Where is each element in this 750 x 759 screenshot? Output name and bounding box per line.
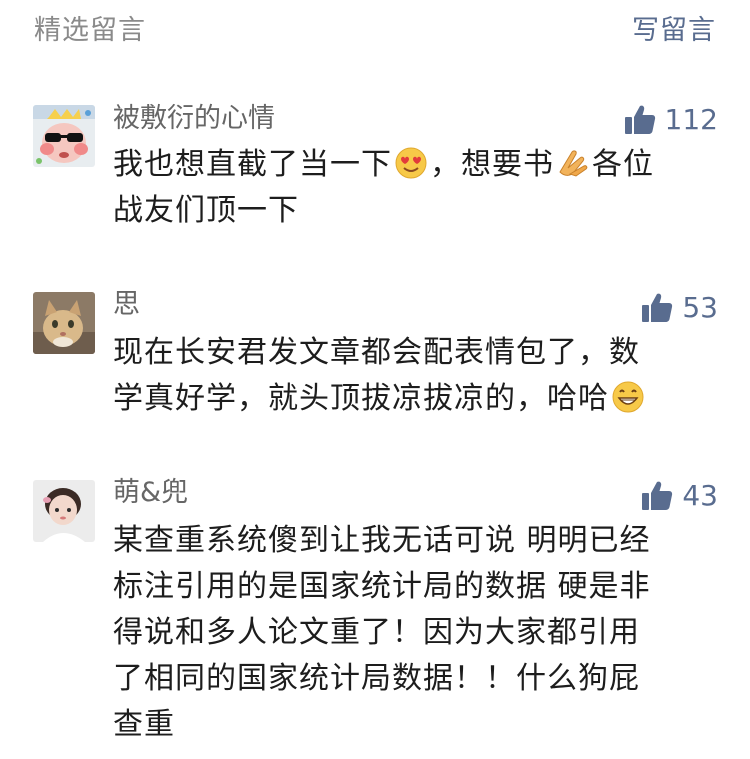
like-count: 43 <box>682 479 718 512</box>
heart-eyes-emoji-icon <box>394 146 428 180</box>
thumbs-up-icon <box>623 103 657 137</box>
comment-text-line: 标注引用的是国家统计局的数据 硬是非 <box>113 569 651 604</box>
featured-comments-title: 精选留言 <box>34 15 146 46</box>
like-button[interactable]: 53 <box>640 288 718 328</box>
avatar-child-portrait-image <box>33 480 95 542</box>
grin-emoji-icon <box>611 380 645 414</box>
avatar-cat-image <box>33 292 95 354</box>
avatar[interactable] <box>33 292 95 354</box>
like-button[interactable]: 43 <box>640 476 718 516</box>
comment-text-segment: 我也想直截了当一下 <box>113 147 392 182</box>
avatar[interactable] <box>33 480 95 542</box>
comment-text-segment: 学真好学，就头顶拔凉拔凉的，哈哈 <box>113 381 609 416</box>
like-count: 112 <box>664 103 718 136</box>
comment-text: 某查重系统傻到让我无话可说 明明已经 标注引用的是国家统计局的数据 硬是非 得说… <box>113 518 713 748</box>
comment-text-line: 现在长安君发文章都会配表情包了，数 <box>113 335 640 370</box>
avatar[interactable] <box>33 105 95 167</box>
thumbs-up-icon <box>640 291 674 325</box>
clap-hands-emoji-icon <box>556 146 590 180</box>
like-button[interactable]: 112 <box>623 100 718 140</box>
comment-text-line: 某查重系统傻到让我无话可说 明明已经 <box>113 523 651 558</box>
comment-text: 现在长安君发文章都会配表情包了，数 学真好学，就头顶拔凉拔凉的，哈哈 <box>113 330 713 422</box>
comment-text-segment: ，想要书 <box>430 147 554 182</box>
comment-text-segment: 各位 <box>592 147 654 182</box>
comment-nickname[interactable]: 萌&兜 <box>113 476 188 510</box>
comment-text-line: 战友们顶一下 <box>113 193 299 228</box>
comment-text-line: 了相同的国家统计局数据！！什么狗屁 <box>113 661 640 696</box>
write-comment-button[interactable]: 写留言 <box>632 8 716 47</box>
thumbs-up-icon <box>640 479 674 513</box>
comments-header: 精选留言 写留言 <box>0 0 750 56</box>
comment-text-line: 得说和多人论文重了！因为大家都引用 <box>113 615 640 650</box>
comment-text: 我也想直截了当一下 ，想要书 各位 战友们顶一下 <box>113 142 713 234</box>
like-count: 53 <box>682 291 718 324</box>
comment-nickname[interactable]: 思 <box>113 288 140 322</box>
avatar-baby-sunglasses-image <box>33 105 95 167</box>
comment-nickname[interactable]: 被敷衍的心情 <box>113 102 275 136</box>
comment-text-line: 查重 <box>113 707 175 742</box>
